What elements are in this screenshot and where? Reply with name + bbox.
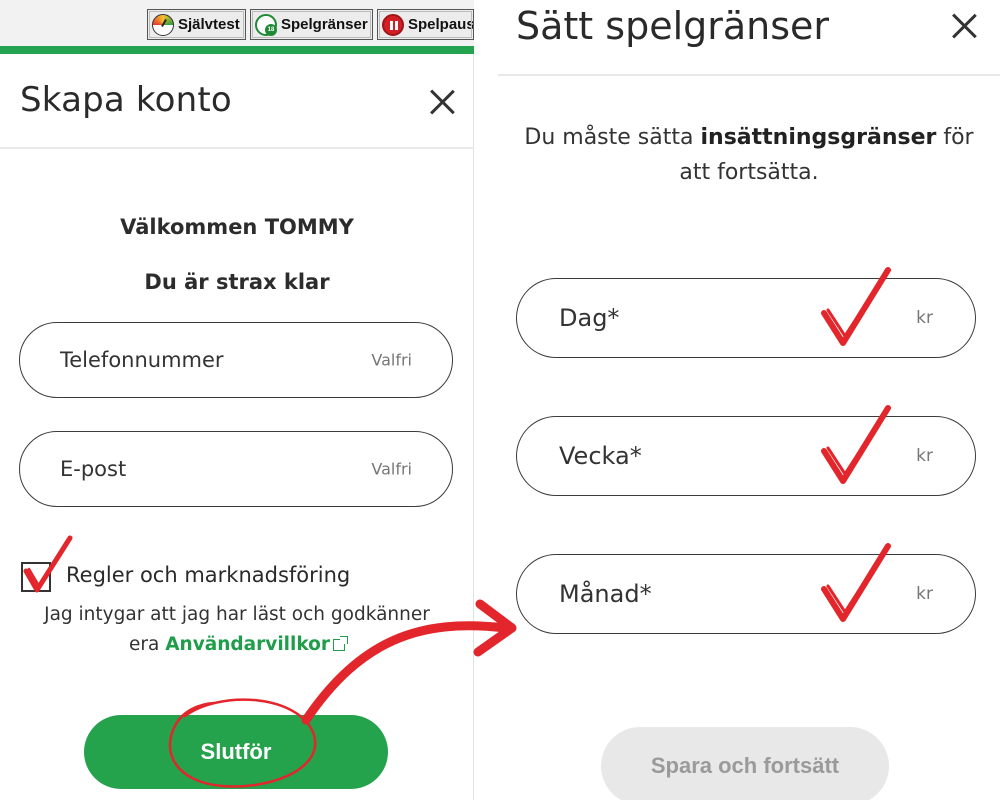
limits-panel: Sätt spelgränser Du måste sätta insättni… [498, 0, 1000, 800]
terms-link[interactable]: Användarvillkor [165, 634, 330, 655]
monthly-limit-label: Månad* [559, 580, 652, 608]
pause-button[interactable]: Spelpaus [377, 9, 474, 40]
external-link-icon [333, 636, 348, 651]
intro-bold: insättningsgränser [700, 125, 937, 150]
consent-checkbox[interactable] [21, 562, 51, 592]
responsible-gaming-bar: Självtest Spelgränser Spelpaus [0, 0, 474, 46]
intro-end: för [943, 125, 974, 150]
intro-start: Du måste sätta [524, 125, 694, 150]
signup-panel: Självtest Spelgränser Spelpaus Skapa kon… [0, 0, 474, 800]
limits-label: Spelgränser [281, 16, 368, 33]
limit-icon [255, 13, 277, 36]
currency-unit: kr [916, 446, 933, 466]
monthly-limit-field[interactable]: Månad* kr [516, 554, 976, 634]
currency-unit: kr [916, 584, 933, 604]
consent-statement: Jag intygar att jag har läst och godkänn… [44, 604, 430, 625]
welcome-subtitle: Du är strax klar [144, 270, 330, 294]
welcome-heading: Välkommen TOMMY [120, 215, 354, 239]
brand-stripe [0, 46, 474, 54]
daily-limit-label: Dag* [559, 304, 620, 332]
weekly-limit-field[interactable]: Vecka* kr [516, 416, 976, 496]
limits-button[interactable]: Spelgränser [250, 9, 373, 40]
limits-title: Sätt spelgränser [516, 4, 830, 48]
limits-intro-line2: att fortsätta. [679, 160, 819, 185]
page-title: Skapa konto [20, 80, 232, 120]
phone-label: Telefonnummer [60, 348, 224, 372]
consent-prefix: era [129, 634, 160, 655]
weekly-limit-label: Vecka* [559, 442, 642, 470]
header-divider [0, 147, 474, 149]
phone-hint: Valfri [371, 350, 412, 370]
pause-label: Spelpaus [408, 16, 474, 33]
finish-button[interactable]: Slutför [84, 715, 388, 789]
phone-field[interactable]: Telefonnummer Valfri [19, 322, 453, 398]
currency-unit: kr [916, 308, 933, 328]
self-test-label: Självtest [178, 16, 240, 33]
self-test-button[interactable]: Självtest [147, 9, 246, 40]
limits-intro: Du måste sätta insättningsgränser för [498, 120, 1000, 155]
consent-text: Jag intygar att jag har läst och godkänn… [0, 600, 474, 630]
email-label: E-post [60, 457, 127, 481]
daily-limit-field[interactable]: Dag* kr [516, 278, 976, 358]
pause-icon [382, 13, 404, 36]
close-icon[interactable] [428, 88, 456, 116]
email-hint: Valfri [371, 459, 412, 479]
close-icon[interactable] [950, 12, 978, 40]
email-field[interactable]: E-post Valfri [19, 431, 453, 507]
limits-header-divider [498, 74, 1000, 76]
consent-terms-line: era Användarvillkor [0, 630, 474, 660]
save-continue-button[interactable]: Spara och fortsätt [601, 727, 889, 800]
gauge-icon [152, 13, 174, 36]
consent-label: Regler och marknadsföring [66, 563, 351, 587]
